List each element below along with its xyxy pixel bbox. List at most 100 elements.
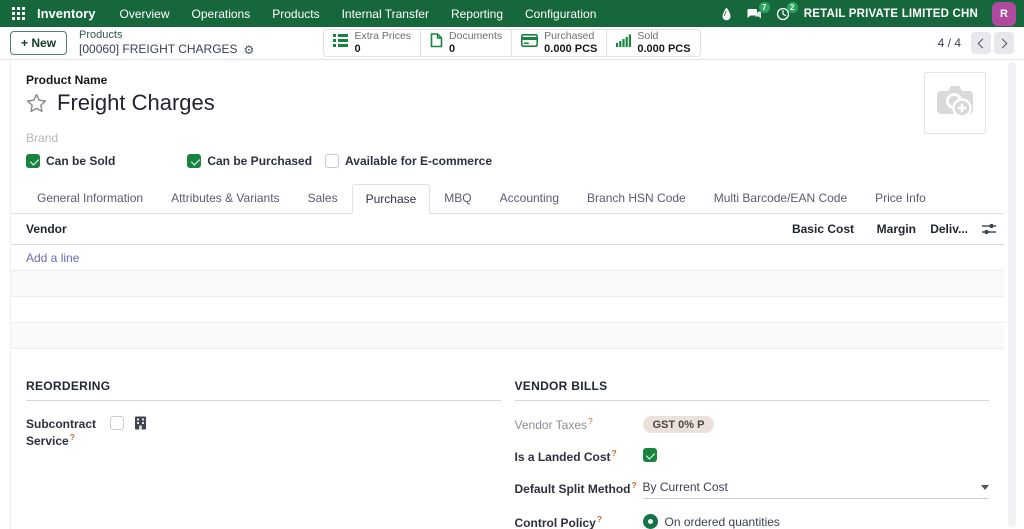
nav-item-internal-transfer[interactable]: Internal Transfer <box>342 7 429 21</box>
pager: 4 / 4 <box>701 32 1014 54</box>
pager-value: 4 / 4 <box>937 36 961 50</box>
reordering-title: REORDERING <box>26 379 501 401</box>
tab-purchase[interactable]: Purchase <box>351 184 431 214</box>
checkbox-unchecked-icon <box>325 154 340 168</box>
empty-table-row <box>11 323 1004 349</box>
vendor-bills-section: VENDOR BILLS Vendor Taxes? GST 0% P Is a… <box>514 379 990 529</box>
breadcrumb-parent[interactable]: Products <box>79 29 254 43</box>
breadcrumb-current: [00060] FREIGHT CHARGES <box>79 42 238 57</box>
list-icon <box>333 34 349 52</box>
column-margin[interactable]: Margin <box>854 222 916 236</box>
tab-attributes-variants[interactable]: Attributes & Variants <box>157 183 294 213</box>
activity-badge: 2 <box>786 1 798 13</box>
favorite-star-icon[interactable] <box>26 93 47 113</box>
vendor-tax-tag[interactable]: GST 0% P <box>642 416 715 433</box>
form-sheet: Product Name Freight Charges Can be Sold <box>10 60 1004 529</box>
column-vendor[interactable]: Vendor <box>26 222 762 236</box>
tab-branch-hsn-code[interactable]: Branch HSN Code <box>573 183 700 213</box>
landed-cost-checkbox[interactable] <box>642 448 657 463</box>
pager-next-button[interactable] <box>994 32 1014 54</box>
company-name[interactable]: RETAIL PRIVATE LIMITED CHN <box>804 8 978 20</box>
droplet-icon[interactable] <box>721 7 732 21</box>
stat-sold[interactable]: Sold 0.000 PCS <box>606 30 699 56</box>
column-delivery[interactable]: Deliv... <box>916 222 968 236</box>
chevron-right-icon <box>997 38 1008 48</box>
stat-button-group: Extra Prices 0 Documents 0 Purchased 0.0… <box>323 29 701 57</box>
vendor-table-header: Vendor Basic Cost Margin Deliv... <box>11 214 1004 245</box>
nav-item-reporting[interactable]: Reporting <box>451 7 503 21</box>
help-icon[interactable]: ? <box>70 432 75 442</box>
vendor-taxes-row: Vendor Taxes? GST 0% P <box>515 416 990 433</box>
stat-purchased[interactable]: Purchased 0.000 PCS <box>511 30 606 56</box>
nav-item-overview[interactable]: Overview <box>120 7 170 21</box>
gear-icon[interactable]: ⚙ <box>244 44 255 56</box>
chevron-left-icon <box>977 38 988 48</box>
apps-grid-icon[interactable] <box>12 7 25 20</box>
help-icon[interactable]: ? <box>632 480 637 490</box>
help-icon[interactable]: ? <box>597 514 602 524</box>
subcontract-service-row: Subcontract Service? <box>26 416 501 449</box>
vertical-scrollbar[interactable] <box>1008 62 1016 527</box>
stat-documents[interactable]: Documents 0 <box>420 30 511 56</box>
help-icon[interactable]: ? <box>612 448 617 458</box>
radio-on-ordered[interactable]: On ordered quantities <box>642 514 784 529</box>
nav-item-products[interactable]: Products <box>272 7 319 21</box>
column-basic-cost[interactable]: Basic Cost <box>762 222 854 236</box>
new-button[interactable]: + New <box>10 31 68 55</box>
plus-icon: + <box>21 36 29 50</box>
tab-mbq[interactable]: MBQ <box>430 183 485 213</box>
vendor-bills-title: VENDOR BILLS <box>514 379 989 401</box>
tab-sales[interactable]: Sales <box>294 183 352 213</box>
checkbox-checked-icon <box>26 154 40 168</box>
tab-general-information[interactable]: General Information <box>23 183 157 213</box>
breadcrumb: Products [00060] FREIGHT CHARGES ⚙ <box>79 29 254 58</box>
user-avatar[interactable]: R <box>992 1 1016 26</box>
credit-card-icon <box>521 34 539 52</box>
stat-extra-prices[interactable]: Extra Prices 0 <box>324 30 420 56</box>
notebook-tabs: General Information Attributes & Variant… <box>11 183 1004 214</box>
top-nav: Inventory Overview Operations Products I… <box>0 0 1024 27</box>
nav-item-configuration[interactable]: Configuration <box>525 7 596 21</box>
messages-icon[interactable]: 7 <box>746 1 770 21</box>
camera-plus-icon <box>933 81 977 126</box>
brand-input[interactable] <box>26 131 246 145</box>
help-icon[interactable]: ? <box>588 416 593 426</box>
vendor-table: Vendor Basic Cost Margin Deliv... Add a … <box>11 214 1004 349</box>
add-a-line-link[interactable]: Add a line <box>26 251 79 265</box>
available-ecommerce-checkbox[interactable]: Available for E-commerce <box>325 154 492 168</box>
can-be-purchased-checkbox[interactable]: Can be Purchased <box>187 154 312 168</box>
pager-previous-button[interactable] <box>971 32 991 54</box>
tab-price-info[interactable]: Price Info <box>861 183 940 213</box>
bar-chart-icon <box>616 34 632 52</box>
product-name-label: Product Name <box>26 73 108 87</box>
messages-badge: 7 <box>758 1 770 13</box>
product-title[interactable]: Freight Charges <box>57 90 215 116</box>
control-policy-row: Control Policy? On ordered quantities On… <box>515 514 990 529</box>
radio-selected-icon <box>642 514 658 529</box>
optional-columns-icon[interactable] <box>982 223 998 235</box>
reordering-section: REORDERING Subcontract Service? <box>26 379 501 529</box>
landed-cost-row: Is a Landed Cost? <box>515 448 990 465</box>
nav-right-tools: 7 2 RETAIL PRIVATE LIMITED CHN R <box>721 1 1016 26</box>
app-window: Inventory Overview Operations Products I… <box>0 0 1024 529</box>
subcontract-service-label: Subcontract Service? <box>26 417 97 449</box>
control-policy-label: Control Policy? <box>514 514 603 529</box>
breadcrumb-area: + New Products [00060] FREIGHT CHARGES ⚙ <box>10 29 323 58</box>
can-be-sold-checkbox[interactable]: Can be Sold <box>26 154 115 168</box>
tab-accounting[interactable]: Accounting <box>486 183 573 213</box>
building-icon <box>134 416 147 430</box>
app-name[interactable]: Inventory <box>37 6 96 21</box>
empty-table-row <box>11 297 1004 323</box>
checkbox-checked-icon <box>187 154 202 168</box>
tab-multi-barcode[interactable]: Multi Barcode/EAN Code <box>700 183 861 213</box>
add-line-row: Add a line <box>11 245 1004 271</box>
nav-item-operations[interactable]: Operations <box>192 7 251 21</box>
vendor-taxes-label: Vendor Taxes? <box>514 416 593 432</box>
split-method-label: Default Split Method? <box>514 480 637 497</box>
activity-clock-icon[interactable]: 2 <box>776 1 798 21</box>
subcontract-service-checkbox[interactable] <box>110 416 124 430</box>
product-flags: Can be Sold Can be Purchased Available f… <box>26 154 989 168</box>
split-method-select[interactable]: By Current Cost <box>642 480 989 500</box>
chevron-down-icon <box>981 484 989 490</box>
product-image-upload[interactable] <box>924 72 986 134</box>
